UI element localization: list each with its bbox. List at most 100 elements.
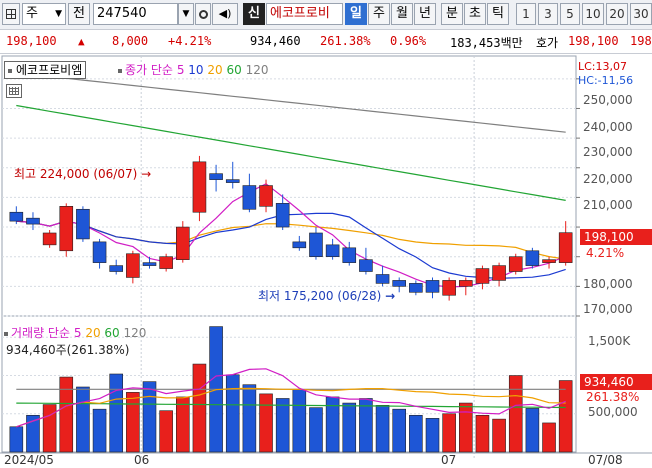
- market-select[interactable]: 주 ▼: [22, 3, 66, 25]
- volume-bar: [9, 426, 24, 453]
- high-annotation: 최고 224,000 (06/07) →: [14, 167, 152, 181]
- volume-bar: [176, 396, 190, 453]
- candle-body: [225, 179, 240, 183]
- candle-body: [309, 232, 323, 258]
- volume-info: 934,460주(261.38%): [6, 343, 130, 357]
- volume-bar: [425, 418, 440, 453]
- interval-20[interactable]: 20: [606, 3, 628, 25]
- volume-bar: [525, 408, 540, 453]
- sound-button[interactable]: ◀): [212, 3, 238, 25]
- date-tick: 2024/05: [4, 453, 54, 467]
- candle-body: [442, 280, 456, 296]
- volume-bar: [309, 407, 323, 453]
- candle-body: [9, 211, 24, 222]
- volume-legend[interactable]: 거래량 단순 5 20 60 120: [4, 324, 146, 341]
- current-pct-tag: 4.21%: [586, 246, 625, 260]
- interval-10[interactable]: 10: [582, 3, 604, 25]
- price-tick: 210,000: [583, 198, 633, 212]
- candle-body: [76, 208, 90, 240]
- candle-body: [242, 185, 257, 210]
- code-dropdown-button[interactable]: ▼: [178, 3, 194, 25]
- volume-bar: [59, 376, 74, 453]
- search-button[interactable]: [195, 3, 211, 25]
- candle-body: [59, 206, 74, 252]
- interval-3[interactable]: 3: [538, 3, 558, 25]
- volume-bar: [259, 393, 273, 453]
- volume-bar: [292, 388, 307, 453]
- volume-pct: 261.38%: [320, 34, 371, 48]
- candle-body: [475, 268, 490, 284]
- candle-body: [26, 217, 40, 225]
- volume-bar: [275, 398, 290, 453]
- stock-name-field[interactable]: 에코프로비: [266, 3, 343, 25]
- stock-chart[interactable]: [0, 54, 652, 468]
- volume-bar: [442, 413, 456, 453]
- volume-tick: 1,500K: [588, 334, 631, 348]
- tab-minute[interactable]: 분: [441, 3, 463, 25]
- interval-5[interactable]: 5: [560, 3, 580, 25]
- volume-bar: [242, 384, 257, 453]
- volume-square-icon: [4, 331, 8, 336]
- price-tick: 180,000: [583, 277, 633, 291]
- current-price-tag: 198,100: [580, 229, 652, 245]
- tab-daily[interactable]: 일: [345, 3, 367, 25]
- search-icon: [198, 9, 208, 19]
- candle-body: [392, 280, 406, 287]
- price-panel-frame: [1, 55, 577, 317]
- trade-amount: 183,453백만: [450, 36, 523, 50]
- volume-tick: 500,000: [588, 405, 638, 419]
- market-grid-button[interactable]: [2, 3, 20, 25]
- stock-code-input[interactable]: 247540: [93, 3, 178, 25]
- volume-bar: [159, 410, 173, 453]
- volume-bar: [508, 375, 523, 453]
- volume-bar: [475, 414, 490, 453]
- candle-body: [292, 241, 307, 249]
- grid-icon: [6, 9, 16, 19]
- candle-body: [275, 203, 290, 228]
- up-triangle-icon: ▲: [78, 35, 85, 48]
- candle-body: [342, 247, 357, 263]
- tab-tick[interactable]: 틱: [487, 3, 509, 25]
- candle-body: [109, 265, 123, 272]
- volume-bar: [142, 381, 157, 453]
- current-volume-tag: 934,460: [580, 374, 652, 390]
- speaker-icon: ◀): [218, 7, 232, 20]
- date-tick: 07: [441, 453, 457, 467]
- candle-body: [525, 250, 540, 266]
- price-tick: 240,000: [583, 120, 633, 134]
- chart-title-square-icon: [8, 68, 12, 73]
- interval-1[interactable]: 1: [516, 3, 536, 25]
- candle-body: [92, 241, 107, 263]
- candle-body: [409, 283, 423, 293]
- tab-weekly[interactable]: 주: [368, 3, 390, 25]
- candle-body: [42, 232, 57, 246]
- candle-body: [425, 280, 440, 293]
- low-annotation: 최저 175,200 (06/28) →: [258, 289, 396, 303]
- chart-title[interactable]: 에코프로비엠: [4, 61, 87, 79]
- previous-button[interactable]: 전: [68, 3, 90, 25]
- date-tick: 07/08: [588, 453, 623, 467]
- volume-bar: [109, 373, 123, 453]
- candle-body: [542, 259, 556, 263]
- credit-badge: 신: [243, 3, 265, 25]
- quote-label: 호가: [536, 36, 559, 50]
- turnover-rate: 0.96%: [390, 34, 427, 48]
- chart-settings-button[interactable]: [6, 84, 22, 98]
- candle-body: [558, 232, 573, 263]
- tab-yearly[interactable]: 년: [414, 3, 436, 25]
- volume-bar: [459, 402, 473, 453]
- ma-legend[interactable]: 종가 단순 5 10 20 60 120: [118, 61, 269, 78]
- hc-value: HC:-11,56: [578, 74, 634, 87]
- candle-body: [142, 262, 157, 266]
- volume-bar: [76, 386, 90, 453]
- table-icon: [9, 87, 19, 95]
- price-tick: 170,000: [583, 302, 633, 316]
- tab-monthly[interactable]: 월: [391, 3, 413, 25]
- volume-bar: [92, 408, 107, 453]
- price-change: 8,000: [112, 34, 149, 48]
- tab-second[interactable]: 초: [464, 3, 486, 25]
- interval-30[interactable]: 30: [630, 3, 652, 25]
- candle-body: [209, 173, 223, 180]
- volume-bar: [375, 405, 390, 453]
- volume-bar: [558, 380, 573, 453]
